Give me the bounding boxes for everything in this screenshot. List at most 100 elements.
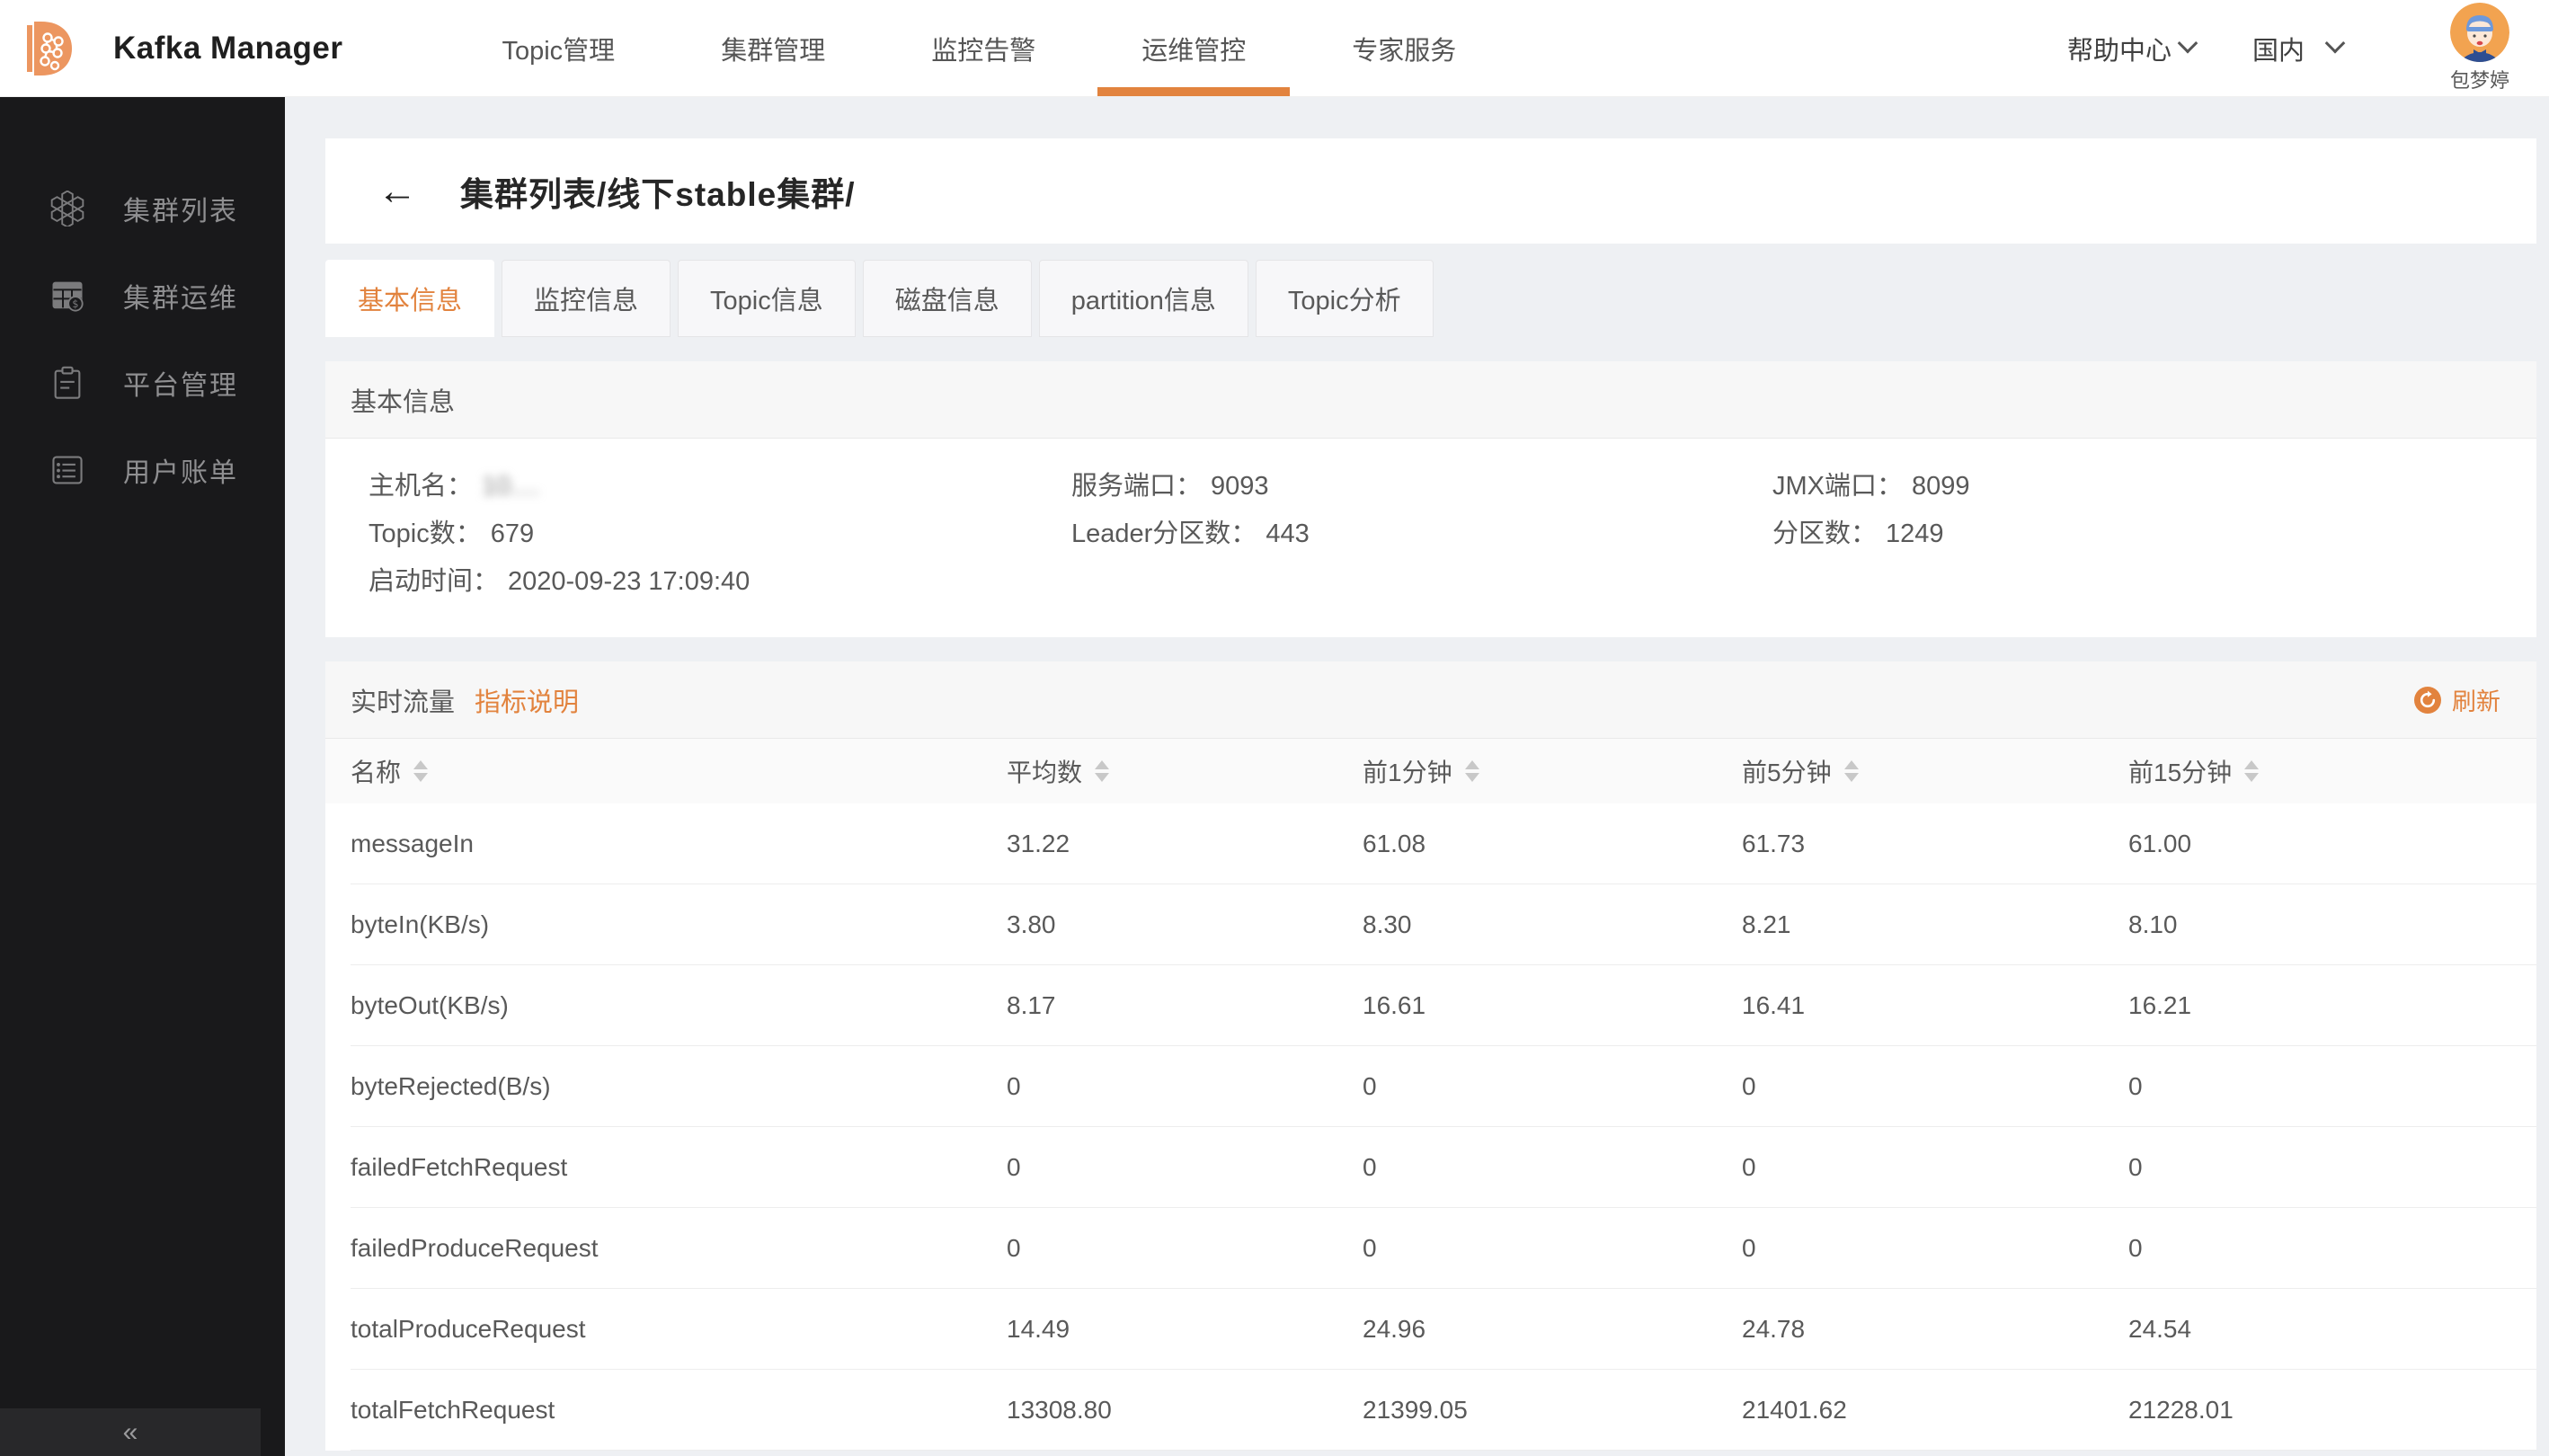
- table-cell: 16.21: [2128, 991, 2536, 1020]
- column-header-average[interactable]: 平均数: [1007, 753, 1363, 789]
- table-cell: 0: [1742, 1072, 2128, 1101]
- table-cell: 16.41: [1742, 991, 2128, 1020]
- table-cell: totalProduceRequest: [351, 1315, 1007, 1344]
- table-cell: 0: [2128, 1234, 2536, 1263]
- table-cell: 8.10: [2128, 910, 2536, 939]
- table-cell: 24.78: [1742, 1315, 2128, 1344]
- table-cell: 0: [1007, 1153, 1363, 1182]
- table-cell: 8.17: [1007, 991, 1363, 1020]
- sort-icon: [2244, 760, 2259, 782]
- table-cell: 8.30: [1363, 910, 1742, 939]
- table-row: messageIn 31.22 61.08 61.73 61.00: [351, 803, 2536, 884]
- table-cell: 61.08: [1363, 830, 1742, 858]
- back-button[interactable]: ←: [377, 172, 417, 211]
- region-selector-dropdown[interactable]: 国内: [2252, 30, 2342, 67]
- table-cell: 0: [2128, 1072, 2536, 1101]
- field-topic-count: Topic数： 679: [369, 520, 1071, 548]
- table-cell: 13308.80: [1007, 1396, 1363, 1425]
- table-row: byteOut(KB/s) 8.17 16.61 16.41 16.21: [351, 965, 2536, 1046]
- refresh-icon: [2414, 687, 2441, 714]
- column-header-name[interactable]: 名称: [351, 753, 1007, 789]
- table-cell: 0: [1007, 1072, 1363, 1101]
- clipboard-icon: [49, 365, 85, 401]
- column-header-last-15min[interactable]: 前15分钟: [2128, 753, 2536, 789]
- realtime-flow-title: 实时流量: [351, 681, 455, 719]
- basic-info-card: 基本信息 主机名： 10.... 服务端口： 9093 JMX端口： 8099 …: [325, 361, 2536, 637]
- metric-doc-link[interactable]: 指标说明: [475, 681, 579, 719]
- table-cell: 0: [1742, 1153, 2128, 1182]
- field-jmx-port: JMX端口： 8099: [1772, 473, 2536, 501]
- table-cell: byteOut(KB/s): [351, 991, 1007, 1020]
- chevron-down-icon: [2178, 32, 2198, 53]
- svg-text:$: $: [72, 297, 78, 309]
- table-row: byteRejected(B/s) 0 0 0 0: [351, 1046, 2536, 1127]
- nav-topic-management[interactable]: Topic管理: [449, 0, 668, 96]
- realtime-flow-card: 实时流量 指标说明 刷新 名称 平均数: [325, 661, 2536, 1451]
- sidebar-item-cluster-list[interactable]: 集群列表: [0, 164, 285, 252]
- sort-icon: [1095, 760, 1109, 782]
- username: 包梦婷: [2450, 65, 2509, 93]
- nav-monitoring-alerts[interactable]: 监控告警: [878, 0, 1088, 96]
- table-cell: 0: [1742, 1234, 2128, 1263]
- tab-partition-info[interactable]: partition信息: [1039, 260, 1248, 337]
- table-cell: 24.54: [2128, 1315, 2536, 1344]
- table-cell: failedFetchRequest: [351, 1153, 1007, 1182]
- sidebar-item-user-billing[interactable]: 用户账单: [0, 426, 285, 513]
- table-cell: 61.73: [1742, 830, 2128, 858]
- nav-expert-service[interactable]: 专家服务: [1299, 0, 1509, 96]
- help-center-dropdown[interactable]: 帮助中心: [2067, 30, 2195, 67]
- table-cell: 14.49: [1007, 1315, 1363, 1344]
- field-start-time: 启动时间： 2020-09-23 17:09:40: [369, 568, 1071, 596]
- user-avatar[interactable]: [2450, 3, 2509, 62]
- basic-info-fields: 主机名： 10.... 服务端口： 9093 JMX端口： 8099 Topic…: [325, 439, 2536, 637]
- user-block: 包梦婷: [2450, 3, 2509, 93]
- sort-icon: [413, 760, 428, 782]
- table-cell: totalFetchRequest: [351, 1396, 1007, 1425]
- table-cell: 61.00: [2128, 830, 2536, 858]
- table-cell: 0: [1363, 1153, 1742, 1182]
- field-hostname: 主机名： 10....: [369, 473, 1071, 501]
- table-cell: 21399.05: [1363, 1396, 1742, 1425]
- nav-cluster-management[interactable]: 集群管理: [668, 0, 878, 96]
- refresh-button[interactable]: 刷新: [2414, 682, 2500, 717]
- tab-topic-info[interactable]: Topic信息: [678, 260, 856, 337]
- tab-topic-analysis[interactable]: Topic分析: [1256, 260, 1434, 337]
- table-cell: 0: [1363, 1234, 1742, 1263]
- table-row: byteIn(KB/s) 3.80 8.30 8.21 8.10: [351, 884, 2536, 965]
- table-cell: 24.96: [1363, 1315, 1742, 1344]
- nav-ops-control[interactable]: 运维管控: [1088, 0, 1299, 96]
- app-title: Kafka Manager: [113, 31, 342, 67]
- sidebar-collapse-button[interactable]: «: [0, 1408, 261, 1456]
- table-header-row: 名称 平均数 前1分钟 前5分钟 前15分钟: [325, 739, 2536, 803]
- sidebar-item-platform-management[interactable]: 平台管理: [0, 339, 285, 426]
- table-row: totalFetchRequest 13308.80 21399.05 2140…: [351, 1370, 2536, 1451]
- column-header-last-5min[interactable]: 前5分钟: [1742, 753, 2128, 789]
- table-row: failedFetchRequest 0 0 0 0: [351, 1127, 2536, 1208]
- field-service-port: 服务端口： 9093: [1071, 473, 1772, 501]
- chevron-down-icon: [2325, 32, 2346, 53]
- main-nav: Topic管理 集群管理 监控告警 运维管控 专家服务: [449, 0, 1509, 96]
- column-header-last-1min[interactable]: 前1分钟: [1363, 753, 1742, 789]
- table-cell: 21228.01: [2128, 1396, 2536, 1425]
- sidebar-item-cluster-ops[interactable]: $ 集群运维: [0, 252, 285, 339]
- kafka-manager-logo-icon: [14, 14, 83, 83]
- table-cell: 0: [2128, 1153, 2536, 1182]
- tab-disk-info[interactable]: 磁盘信息: [863, 260, 1032, 337]
- basic-info-card-title: 基本信息: [325, 361, 2536, 439]
- sort-icon: [1844, 760, 1859, 782]
- sort-icon: [1465, 760, 1479, 782]
- table-cell: 31.22: [1007, 830, 1363, 858]
- topbar-right: 帮助中心 国内 包梦婷: [2067, 3, 2549, 93]
- table-cell: 8.21: [1742, 910, 2128, 939]
- table-cell: byteIn(KB/s): [351, 910, 1007, 939]
- billing-list-icon: [49, 452, 85, 488]
- tab-basic-info[interactable]: 基本信息: [325, 260, 494, 337]
- field-partition-count: 分区数： 1249: [1772, 520, 2536, 548]
- tab-monitor-info[interactable]: 监控信息: [502, 260, 671, 337]
- table-cell: 0: [1363, 1072, 1742, 1101]
- detail-tabs: 基本信息 监控信息 Topic信息 磁盘信息 partition信息 Topic…: [325, 260, 2536, 337]
- table-cell: failedProduceRequest: [351, 1234, 1007, 1263]
- table-cell: messageIn: [351, 830, 1007, 858]
- realtime-flow-header: 实时流量 指标说明 刷新: [325, 661, 2536, 739]
- table-cell: byteRejected(B/s): [351, 1072, 1007, 1101]
